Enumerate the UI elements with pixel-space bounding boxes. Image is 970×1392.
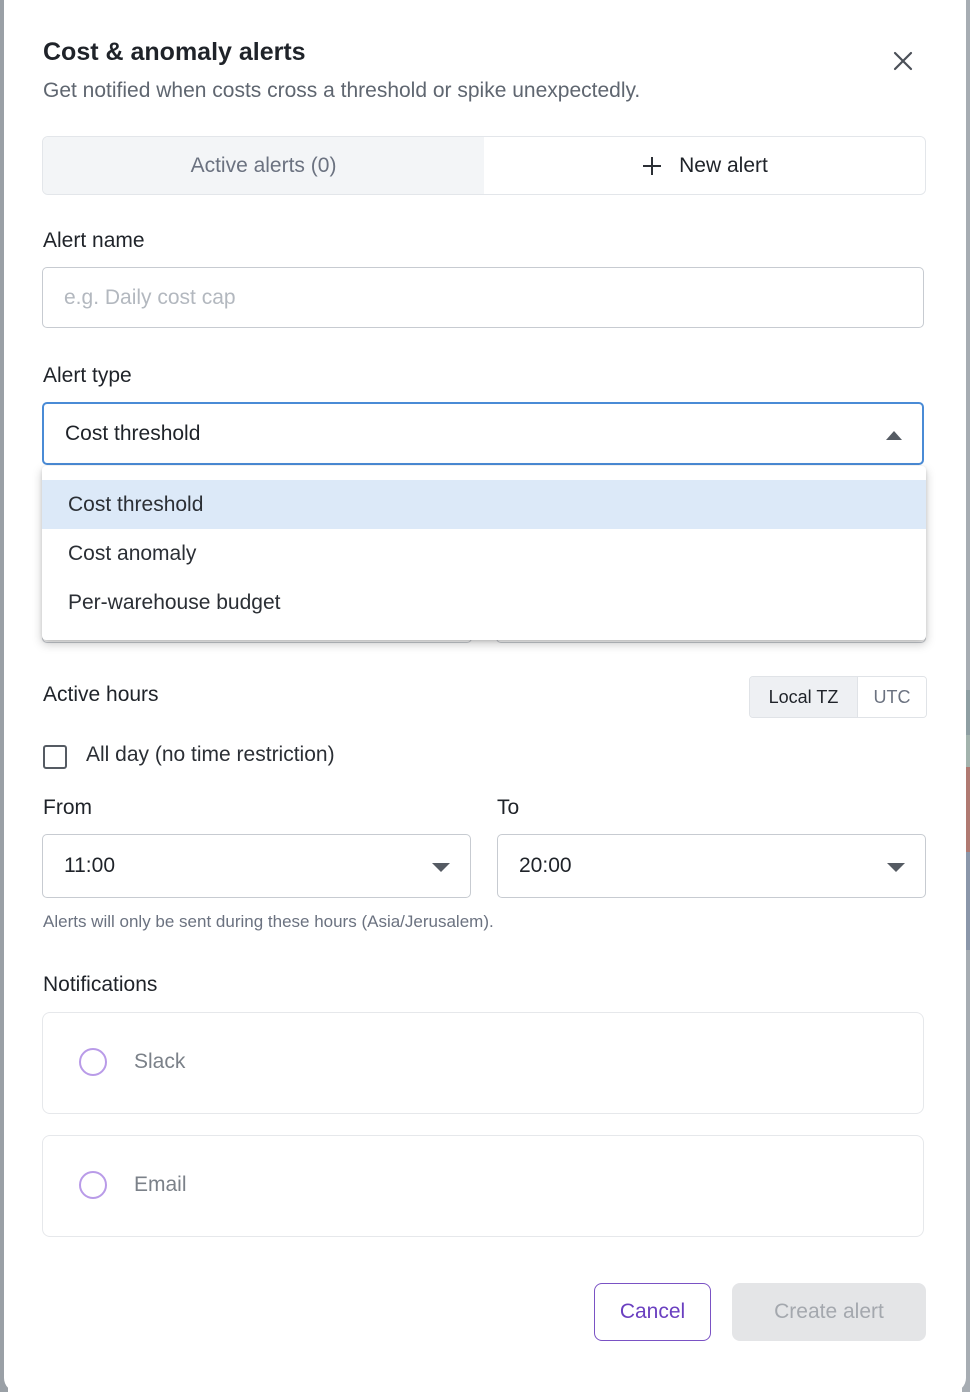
slack-label: Slack <box>134 1050 186 1073</box>
email-label: Email <box>134 1173 187 1196</box>
all-day-label: All day (no time restriction) <box>86 743 335 766</box>
caret-up-icon <box>886 431 902 440</box>
close-icon <box>893 51 913 71</box>
alert-name-input[interactable] <box>42 267 924 328</box>
to-time-select[interactable]: 20:00 <box>497 834 926 898</box>
tab-new-alert[interactable]: New alert <box>484 137 925 194</box>
menu-option-cost-anomaly[interactable]: Cost anomaly <box>42 529 926 578</box>
tab-active-alerts-label: Active alerts (0) <box>190 153 337 177</box>
active-hours-label: Active hours <box>43 683 159 706</box>
dialog-title: Cost & anomaly alerts <box>43 38 306 66</box>
alerts-dialog: Cost & anomaly alerts Get notified when … <box>4 0 966 1392</box>
close-button[interactable] <box>888 46 918 76</box>
alert-type-select[interactable]: Cost threshold <box>42 402 924 465</box>
from-label: From <box>43 796 92 819</box>
notify-channel-slack[interactable]: Slack <box>42 1012 924 1114</box>
menu-option-cost-threshold[interactable]: Cost threshold <box>42 480 926 529</box>
alert-name-label: Alert name <box>43 229 145 252</box>
email-radio[interactable] <box>79 1171 107 1199</box>
chevron-down-icon <box>887 863 905 872</box>
notifications-label: Notifications <box>43 973 158 996</box>
notify-channel-email[interactable]: Email <box>42 1135 924 1237</box>
from-time-select[interactable]: 11:00 <box>42 834 471 898</box>
alert-type-label: Alert type <box>43 364 132 387</box>
timezone-toggle: Local TZ UTC <box>749 676 927 718</box>
alert-type-selected-value: Cost threshold <box>65 421 201 445</box>
tz-utc-button[interactable]: UTC <box>858 677 926 717</box>
tab-active-alerts[interactable]: Active alerts (0) <box>43 137 484 194</box>
cancel-button[interactable]: Cancel <box>594 1283 711 1341</box>
active-hours-hint: Alerts will only be sent during these ho… <box>43 912 494 931</box>
chevron-down-icon <box>432 863 450 872</box>
alerts-tabs: Active alerts (0) New alert <box>42 136 926 195</box>
plus-icon <box>643 156 662 175</box>
to-label: To <box>497 796 520 819</box>
menu-option-per-warehouse-budget[interactable]: Per-warehouse budget <box>42 578 926 627</box>
to-time-value: 20:00 <box>519 854 572 877</box>
all-day-checkbox[interactable] <box>43 745 67 769</box>
tz-local-button[interactable]: Local TZ <box>750 677 858 717</box>
from-time-value: 11:00 <box>64 854 115 877</box>
alert-type-dropdown-menu: Cost threshold Cost anomaly Per-warehous… <box>42 466 926 640</box>
create-alert-button[interactable]: Create alert <box>732 1283 926 1341</box>
dialog-subtitle: Get notified when costs cross a threshol… <box>43 79 641 102</box>
slack-radio[interactable] <box>79 1048 107 1076</box>
tab-new-alert-label: New alert <box>679 153 768 177</box>
